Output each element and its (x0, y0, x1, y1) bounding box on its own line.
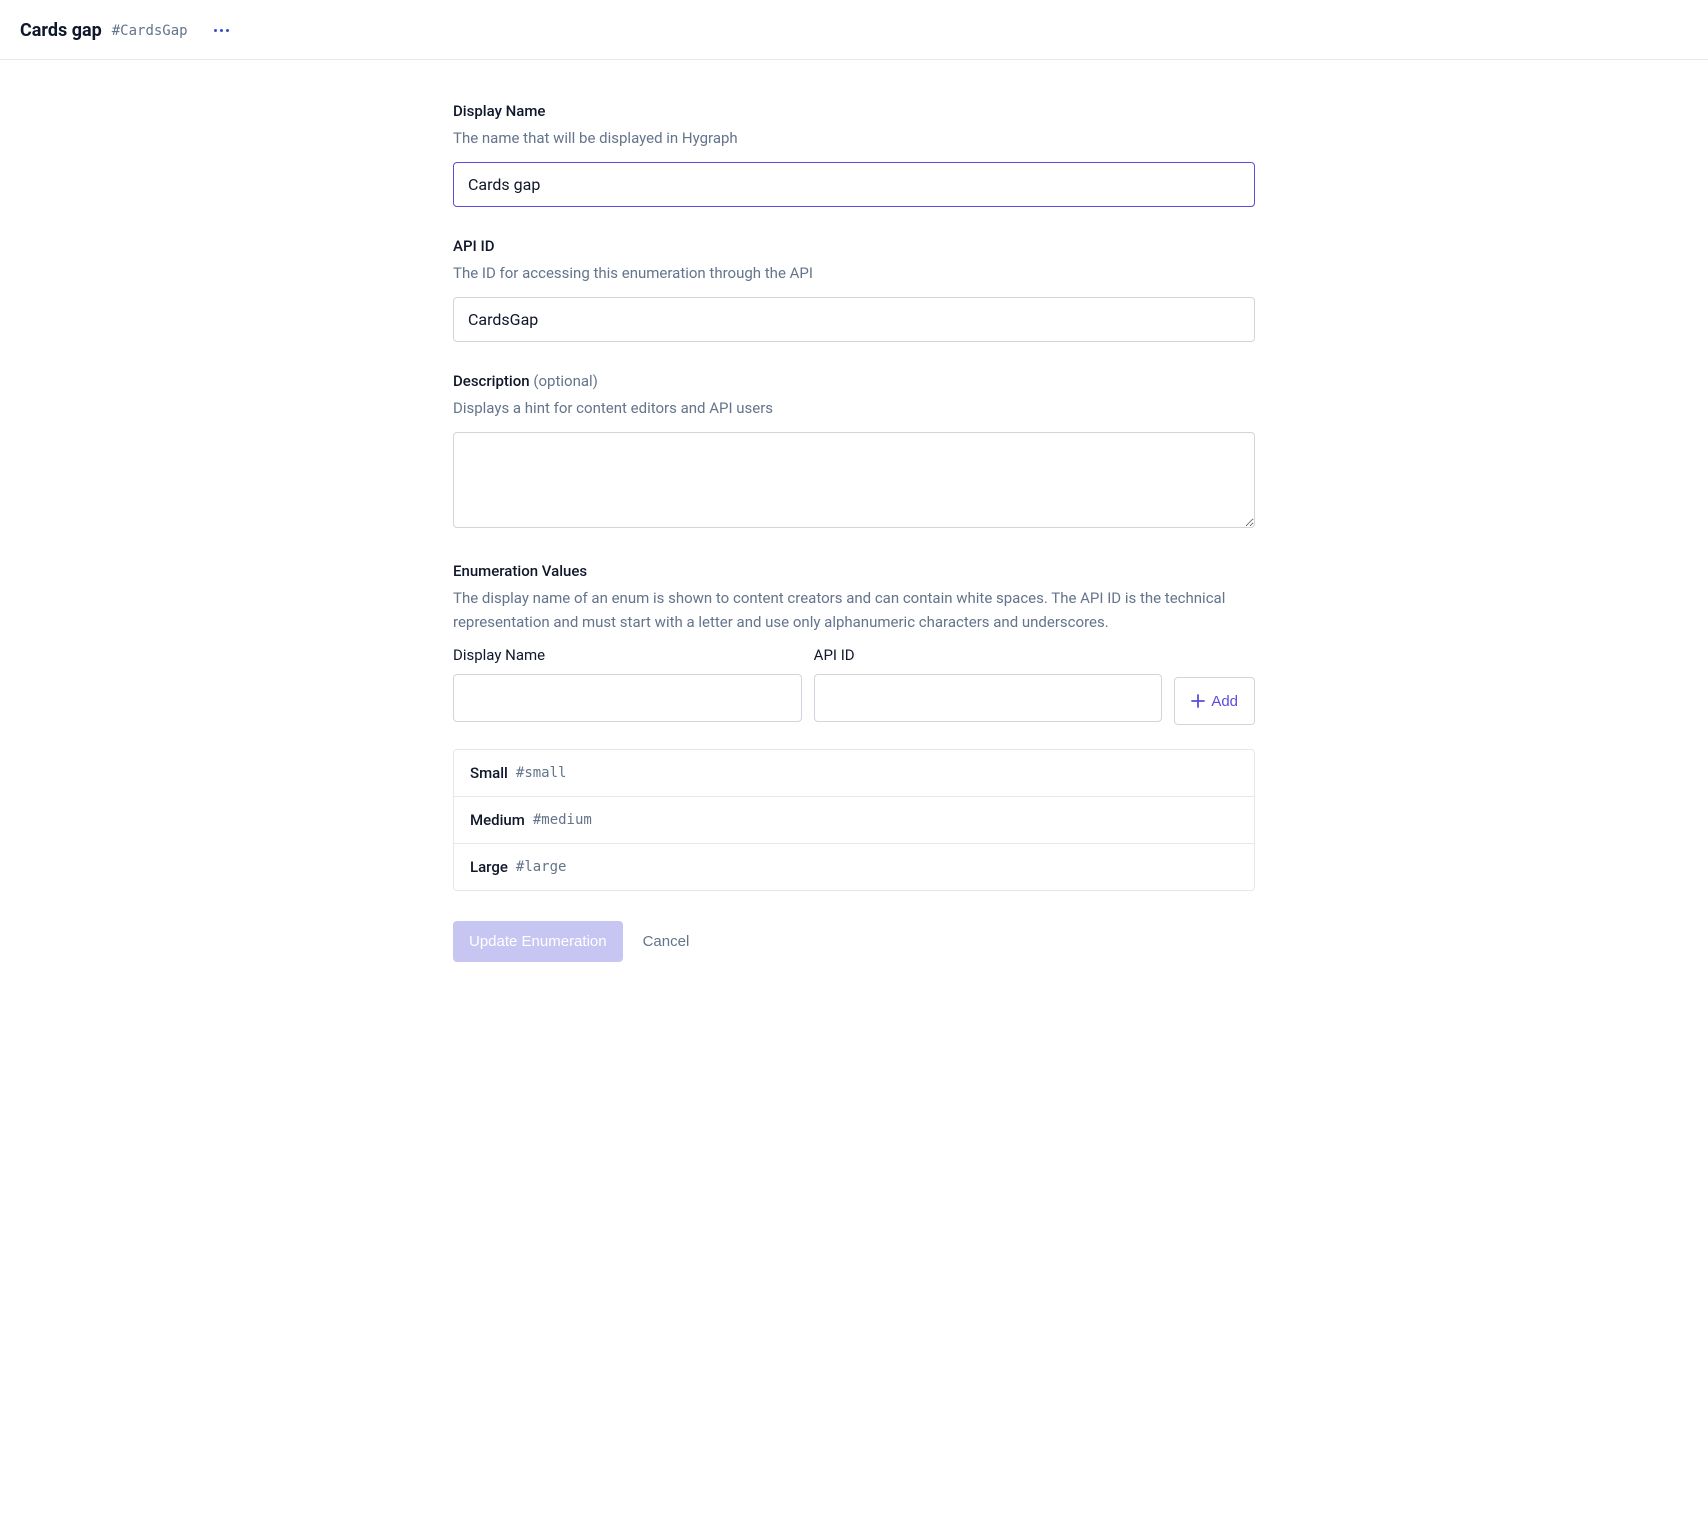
enum-api-id-input[interactable] (814, 674, 1163, 722)
enum-item-id: #large (516, 859, 567, 875)
cancel-button[interactable]: Cancel (643, 933, 690, 950)
api-id-label: API ID (453, 237, 1255, 255)
page-header: Cards gap #CardsGap (0, 0, 1708, 60)
enum-display-name-column: Display Name (453, 646, 802, 722)
enum-values-label: Enumeration Values (453, 562, 1255, 580)
update-enumeration-button[interactable]: Update Enumeration (453, 921, 623, 962)
enum-api-id-column: API ID (814, 646, 1163, 722)
description-label-text: Description (453, 372, 530, 390)
api-id-field-group: API ID The ID for accessing this enumera… (453, 237, 1255, 342)
form-actions: Update Enumeration Cancel (453, 921, 1255, 962)
page-id-tag: #CardsGap (112, 23, 188, 39)
enum-item-name: Large (470, 858, 508, 876)
enum-item[interactable]: Small #small (454, 750, 1254, 797)
enum-item[interactable]: Medium #medium (454, 797, 1254, 844)
enum-values-section: Enumeration Values The display name of a… (453, 562, 1255, 891)
form-content: Display Name The name that will be displ… (453, 60, 1255, 1002)
enum-display-name-column-label: Display Name (453, 646, 802, 664)
description-field-group: Description (optional) Displays a hint f… (453, 372, 1255, 532)
display-name-field-group: Display Name The name that will be displ… (453, 102, 1255, 207)
enum-api-id-column-label: API ID (814, 646, 1163, 664)
more-actions-icon[interactable] (210, 25, 233, 36)
add-button-label: Add (1211, 693, 1238, 710)
enum-values-hint: The display name of an enum is shown to … (453, 586, 1255, 634)
plus-icon (1191, 694, 1205, 708)
description-textarea[interactable] (453, 432, 1255, 528)
page-title: Cards gap (20, 20, 102, 41)
enum-display-name-input[interactable] (453, 674, 802, 722)
add-enum-button[interactable]: Add (1174, 677, 1255, 725)
enum-item-id: #medium (533, 812, 592, 828)
enum-item[interactable]: Large #large (454, 844, 1254, 890)
description-hint: Displays a hint for content editors and … (453, 396, 1255, 420)
api-id-hint: The ID for accessing this enumeration th… (453, 261, 1255, 285)
enum-list: Small #small Medium #medium Large #large (453, 749, 1255, 891)
enum-inputs-row: Display Name API ID Add (453, 646, 1255, 725)
display-name-hint: The name that will be displayed in Hygra… (453, 126, 1255, 150)
display-name-label: Display Name (453, 102, 1255, 120)
display-name-input[interactable] (453, 162, 1255, 207)
enum-item-name: Small (470, 764, 508, 782)
description-optional-tag: (optional) (533, 372, 598, 390)
enum-item-name: Medium (470, 811, 525, 829)
description-label: Description (optional) (453, 372, 1255, 390)
enum-item-id: #small (516, 765, 567, 781)
api-id-input[interactable] (453, 297, 1255, 342)
